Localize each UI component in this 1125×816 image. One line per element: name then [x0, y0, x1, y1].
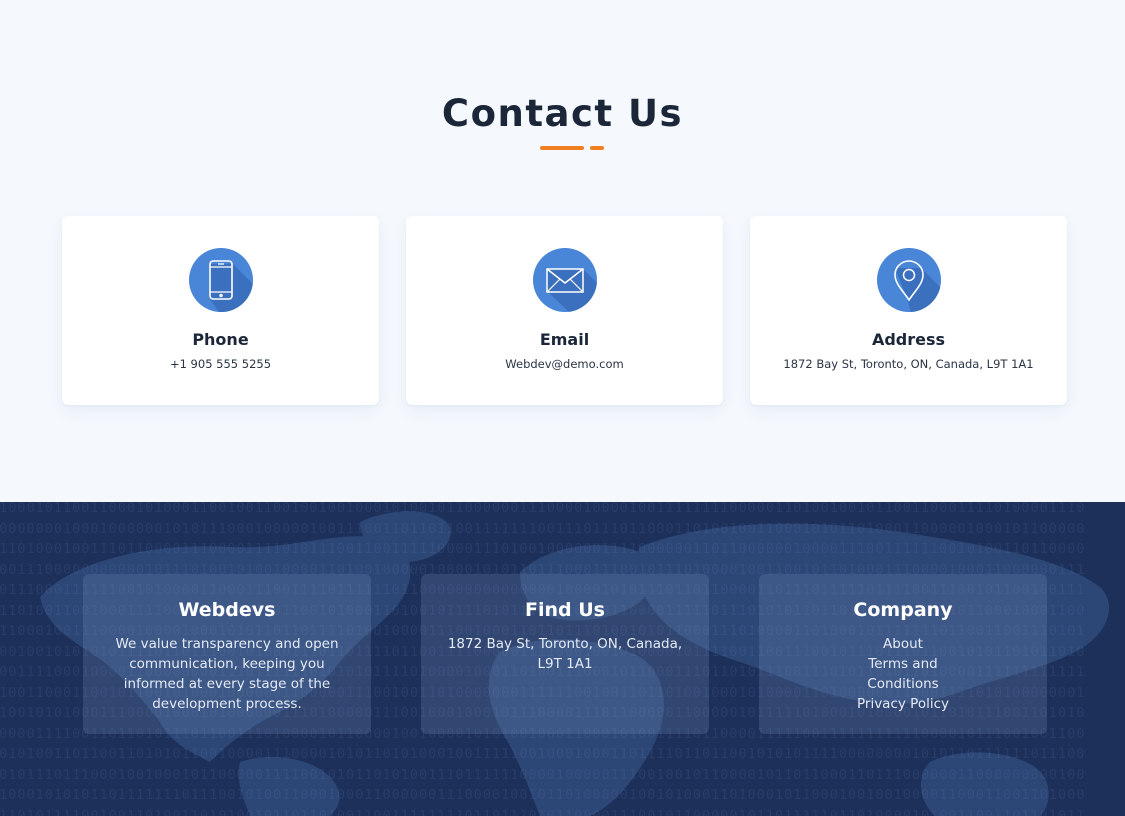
- street-address: 1872 Bay St, Toronto, ON, Canada, L9T 1A…: [783, 357, 1034, 371]
- site-footer: 0100010110011000101000110010011001001001…: [0, 502, 1125, 816]
- footer-about-text: We value transparency and open communica…: [115, 636, 339, 712]
- footer-link-terms[interactable]: Terms and Conditions: [843, 654, 963, 694]
- title-underline-dash: [590, 146, 604, 150]
- card-title: Address: [871, 330, 946, 349]
- footer-company-title: Company: [853, 599, 953, 621]
- contact-card-email: Email Webdev@demo.com: [406, 216, 723, 405]
- footer-card-about: Webdevs We value transparency and open c…: [83, 574, 371, 734]
- footer-brand-title: Webdevs: [178, 599, 276, 621]
- footer-address-text: 1872 Bay St, Toronto, ON, Canada, L9T 1A…: [447, 636, 683, 672]
- title-underline: [540, 146, 584, 150]
- contact-card-address: Address 1872 Bay St, Toronto, ON, Canada…: [750, 216, 1067, 405]
- footer-card-find-us: Find Us 1872 Bay St, Toronto, ON, Canada…: [421, 574, 709, 734]
- envelope-icon: [533, 248, 597, 312]
- card-title: Email: [539, 330, 590, 349]
- page-title: Contact Us: [441, 92, 684, 135]
- contact-section: Contact Us Phone +1 905 555 5255 Email W…: [0, 0, 1125, 502]
- contact-card-phone: Phone +1 905 555 5255: [62, 216, 379, 405]
- footer-link-privacy[interactable]: Privacy Policy: [843, 694, 963, 714]
- map-pin-icon: [877, 248, 941, 312]
- footer-card-company: Company About Terms and Conditions Priva…: [759, 574, 1047, 734]
- phone-icon: [189, 248, 253, 312]
- phone-number[interactable]: +1 905 555 5255: [62, 357, 379, 371]
- email-address[interactable]: Webdev@demo.com: [406, 357, 723, 371]
- card-title: Phone: [192, 330, 249, 349]
- footer-link-about[interactable]: About: [843, 634, 963, 654]
- footer-find-us-title: Find Us: [525, 599, 605, 621]
- footer-company-links: About Terms and Conditions Privacy Polic…: [759, 634, 1047, 714]
